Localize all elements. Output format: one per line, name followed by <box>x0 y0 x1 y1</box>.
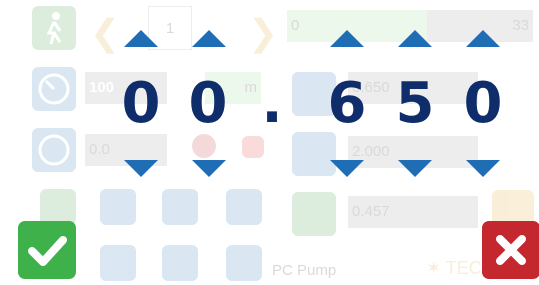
stop-indicator <box>242 136 264 158</box>
cancel-button[interactable] <box>482 221 539 279</box>
refresh-icon <box>226 245 262 281</box>
alarm-icon <box>192 134 216 158</box>
digit-1: 0 <box>121 71 161 136</box>
digit-5: 0 <box>463 71 503 136</box>
decimal-point: . <box>261 71 283 136</box>
droplet-icon <box>226 189 262 225</box>
checkmark-icon <box>28 236 67 266</box>
confirm-button[interactable] <box>18 221 76 279</box>
digit-2-down-arrow[interactable] <box>192 160 226 177</box>
digit-3-up-arrow[interactable] <box>330 30 364 47</box>
digit-3-down-arrow[interactable] <box>330 160 364 177</box>
chevron-right-icon: ❯ <box>248 12 279 53</box>
graduation-cap-icon <box>162 189 198 225</box>
pump-icon <box>292 192 336 236</box>
gauge-icon <box>32 67 76 111</box>
digit-4-up-arrow[interactable] <box>398 30 432 47</box>
digit-1-up-arrow[interactable] <box>124 30 158 47</box>
gears-icon <box>100 245 136 281</box>
digit-1-down-arrow[interactable] <box>124 160 158 177</box>
digit-5-up-arrow[interactable] <box>466 30 500 47</box>
ab-gauge-icon <box>32 128 76 172</box>
walking-person-icon <box>32 6 76 50</box>
background-app: ❮ 1 ❯ 0 33 100 m 0.0 0.650 2.000 0.457 P… <box>0 0 539 285</box>
clock-icon <box>40 189 76 225</box>
save-icon <box>162 245 198 281</box>
right-bottom-field: 0.457 <box>348 196 478 228</box>
digit-4: 5 <box>395 71 435 136</box>
digit-3: 6 <box>327 71 367 136</box>
digit-2: 0 <box>188 71 228 136</box>
digit-4-down-arrow[interactable] <box>398 160 432 177</box>
interval-icon <box>100 189 136 225</box>
close-icon <box>496 235 526 265</box>
digit-5-down-arrow[interactable] <box>466 160 500 177</box>
digit-2-up-arrow[interactable] <box>192 30 226 47</box>
chevron-left-icon: ❮ <box>90 12 121 53</box>
footer-label: PC Pump <box>272 262 337 279</box>
